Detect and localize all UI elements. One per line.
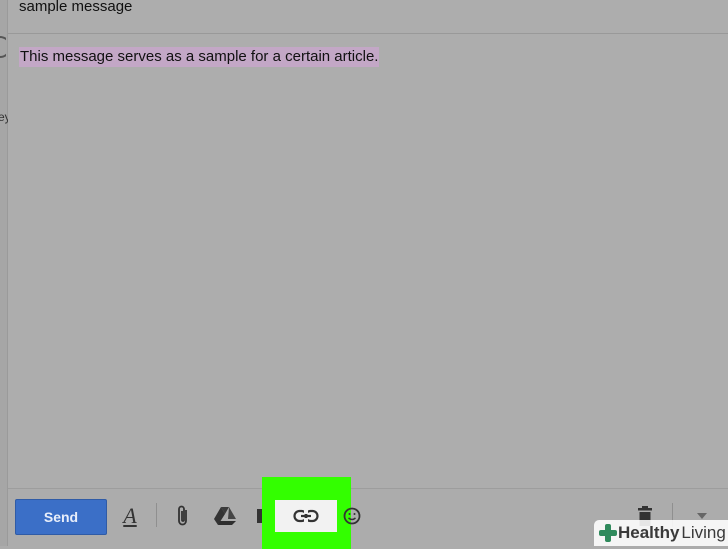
background-circle-icon bbox=[0, 36, 6, 58]
watermark-word-healthy: Healthy bbox=[618, 523, 680, 542]
watermark-word-living: Living bbox=[681, 523, 726, 542]
format-text-icon[interactable]: A bbox=[118, 503, 142, 529]
insert-link-button[interactable] bbox=[275, 500, 337, 532]
drive-icon[interactable] bbox=[213, 503, 237, 529]
compose-window: sample message This message serves as a … bbox=[8, 0, 728, 549]
send-button[interactable]: Send bbox=[15, 499, 107, 535]
message-body-selected-text[interactable]: This message serves as a sample for a ce… bbox=[19, 47, 380, 67]
background-window-strip: ey bbox=[0, 0, 11, 546]
insert-link-icon[interactable] bbox=[293, 509, 319, 523]
subject-row[interactable]: sample message bbox=[8, 0, 728, 34]
toolbar-separator bbox=[156, 503, 157, 527]
emoji-icon[interactable] bbox=[340, 503, 364, 529]
highlight-callout bbox=[262, 477, 351, 549]
watermark-logo: Healthy Living bbox=[594, 520, 728, 546]
attach-icon[interactable] bbox=[171, 503, 195, 529]
subject-field[interactable]: sample message bbox=[19, 0, 132, 15]
health-cross-icon bbox=[599, 524, 617, 542]
